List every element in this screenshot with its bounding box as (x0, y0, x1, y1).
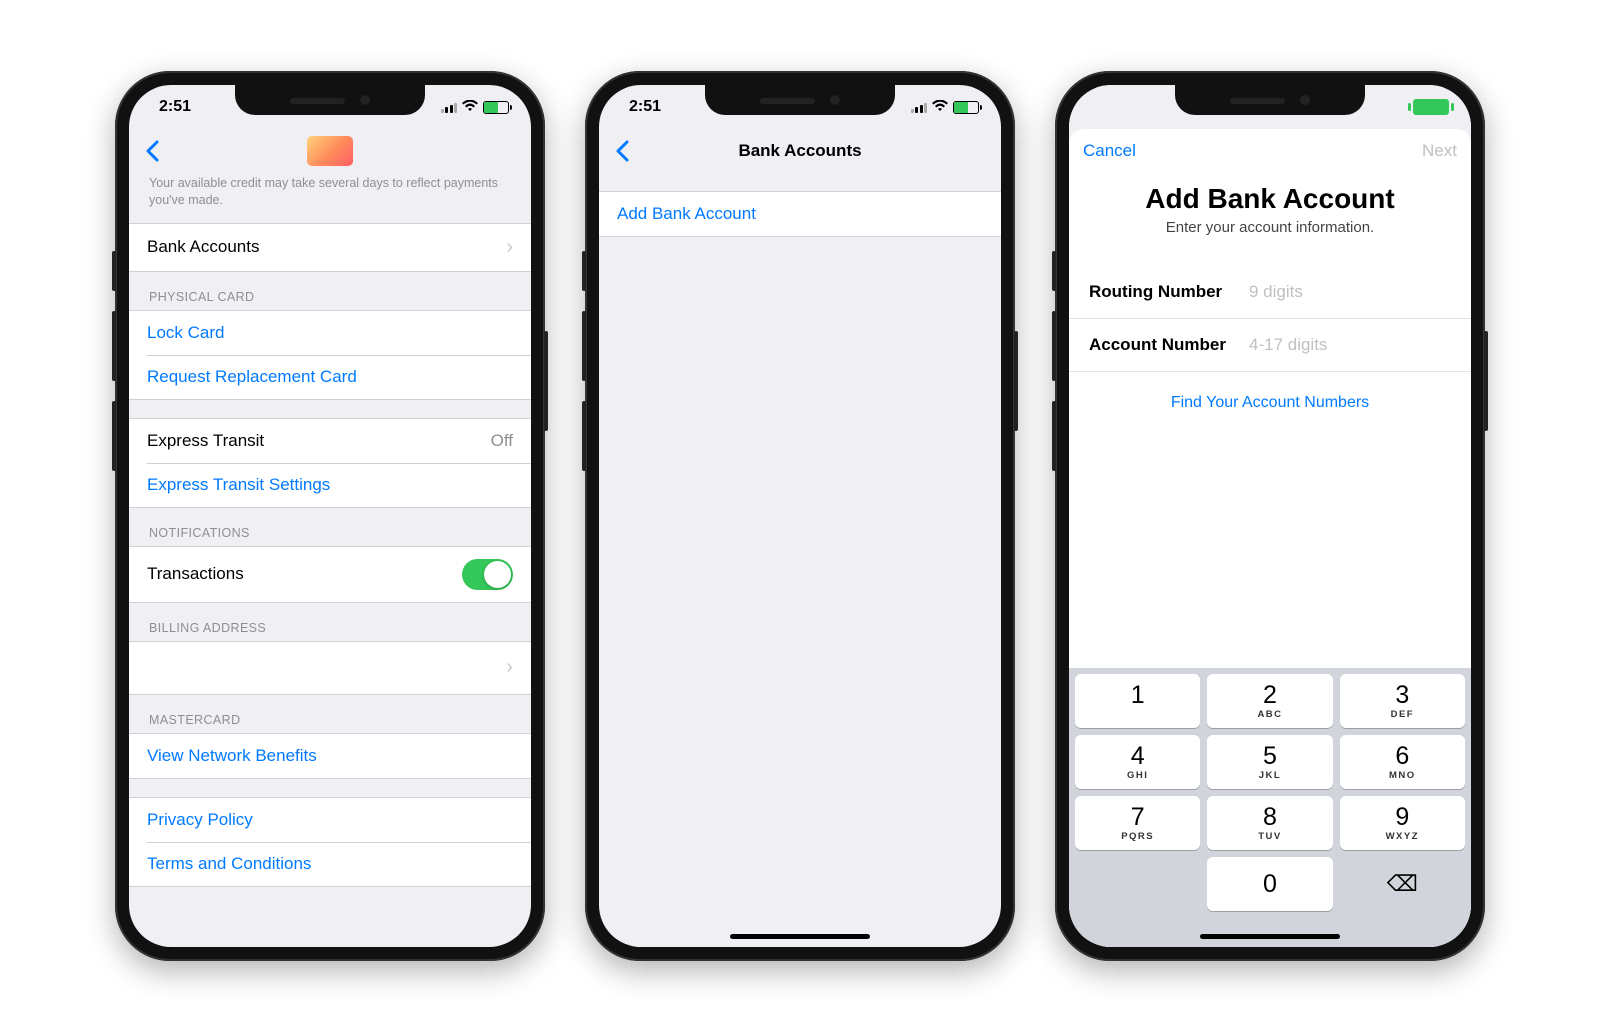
account-number-field[interactable]: Account Number 4-17 digits (1069, 319, 1471, 372)
view-benefits-row[interactable]: View Network Benefits (129, 734, 531, 778)
express-transit-settings-label: Express Transit Settings (147, 475, 513, 495)
billing-address-row[interactable]: › (129, 642, 531, 694)
next-button[interactable]: Next (1422, 129, 1457, 173)
page-title: Add Bank Account (1069, 173, 1471, 219)
key-5[interactable]: 5JKL (1207, 735, 1332, 789)
battery-icon (953, 101, 979, 114)
express-transit-label: Express Transit (147, 431, 491, 451)
transactions-toggle[interactable] (462, 559, 513, 590)
notifications-header: NOTIFICATIONS (129, 508, 531, 546)
notch (235, 85, 425, 115)
cancel-button[interactable]: Cancel (1083, 129, 1136, 173)
backspace-icon: ⌫ (1387, 871, 1418, 897)
key-1[interactable]: 1 (1075, 674, 1200, 728)
back-button[interactable] (609, 129, 635, 173)
privacy-policy-row[interactable]: Privacy Policy (129, 798, 531, 842)
screen-1: 2:51 Your available credit may take seve… (129, 85, 531, 947)
transactions-row: Transactions (129, 547, 531, 602)
phone-frame-3: Cancel Next Add Bank Account Enter your … (1055, 71, 1485, 961)
status-time: 2:51 (159, 98, 191, 116)
back-button[interactable] (139, 129, 165, 173)
bank-accounts-row[interactable]: Bank Accounts › (129, 224, 531, 271)
routing-number-field[interactable]: Routing Number 9 digits (1069, 266, 1471, 319)
nav-bar: Cancel Next (1069, 129, 1471, 173)
key-0[interactable]: 0 (1207, 857, 1332, 911)
phone-frame-2: 2:51 Bank Accounts Add Bank Account (585, 71, 1015, 961)
physical-card-header: PHYSICAL CARD (129, 272, 531, 310)
transactions-label: Transactions (147, 564, 462, 584)
battery-icon (483, 101, 509, 114)
bank-accounts-label: Bank Accounts (147, 237, 498, 257)
screen-3: Cancel Next Add Bank Account Enter your … (1069, 85, 1471, 947)
privacy-label: Privacy Policy (147, 810, 513, 830)
credit-note: Your available credit may take several d… (129, 173, 531, 223)
express-transit-value: Off (491, 431, 513, 451)
notch (1175, 85, 1365, 115)
key-6[interactable]: 6MNO (1340, 735, 1465, 789)
status-time: 2:51 (629, 98, 661, 116)
mastercard-header: MASTERCARD (129, 695, 531, 733)
wifi-icon (932, 100, 948, 114)
account-label: Account Number (1089, 335, 1249, 355)
add-bank-account-row[interactable]: Add Bank Account (599, 192, 1001, 236)
key-7[interactable]: 7PQRS (1075, 796, 1200, 850)
key-blank (1075, 857, 1200, 911)
request-replacement-row[interactable]: Request Replacement Card (129, 355, 531, 399)
numeric-keypad: 1 2ABC 3DEF 4GHI 5JKL 6MNO 7PQRS 8TUV 9W… (1069, 668, 1471, 917)
notch (705, 85, 895, 115)
terms-row[interactable]: Terms and Conditions (129, 842, 531, 886)
phone-frame-1: 2:51 Your available credit may take seve… (115, 71, 545, 961)
nav-bar: Bank Accounts (599, 129, 1001, 173)
lock-card-row[interactable]: Lock Card (129, 311, 531, 355)
key-3[interactable]: 3DEF (1340, 674, 1465, 728)
billing-header: BILLING ADDRESS (129, 603, 531, 641)
lock-card-label: Lock Card (147, 323, 513, 343)
subtitle: Enter your account information. (1069, 219, 1471, 266)
battery-charging-icon (1413, 99, 1449, 115)
find-account-numbers-link[interactable]: Find Your Account Numbers (1069, 372, 1471, 434)
home-indicator[interactable] (1069, 917, 1471, 947)
chevron-right-icon: › (506, 236, 513, 259)
account-placeholder: 4-17 digits (1249, 335, 1327, 355)
home-indicator[interactable] (730, 934, 870, 939)
key-2[interactable]: 2ABC (1207, 674, 1332, 728)
screen-2: 2:51 Bank Accounts Add Bank Account (599, 85, 1001, 947)
modal-sheet: Cancel Next Add Bank Account Enter your … (1069, 129, 1471, 947)
cellular-icon (441, 101, 458, 113)
key-9[interactable]: 9WXYZ (1340, 796, 1465, 850)
express-transit-settings-row[interactable]: Express Transit Settings (129, 463, 531, 507)
apple-card-icon (307, 136, 353, 166)
cellular-icon (911, 101, 928, 113)
add-bank-account-label: Add Bank Account (617, 204, 983, 224)
key-4[interactable]: 4GHI (1075, 735, 1200, 789)
key-delete[interactable]: ⌫ (1340, 857, 1465, 911)
routing-label: Routing Number (1089, 282, 1249, 302)
wifi-icon (462, 100, 478, 114)
terms-label: Terms and Conditions (147, 854, 513, 874)
chevron-right-icon: › (506, 656, 513, 679)
key-8[interactable]: 8TUV (1207, 796, 1332, 850)
routing-placeholder: 9 digits (1249, 282, 1303, 302)
express-transit-row[interactable]: Express Transit Off (129, 419, 531, 463)
view-benefits-label: View Network Benefits (147, 746, 513, 766)
nav-bar (129, 129, 531, 173)
request-replacement-label: Request Replacement Card (147, 367, 513, 387)
page-title: Bank Accounts (738, 141, 861, 161)
